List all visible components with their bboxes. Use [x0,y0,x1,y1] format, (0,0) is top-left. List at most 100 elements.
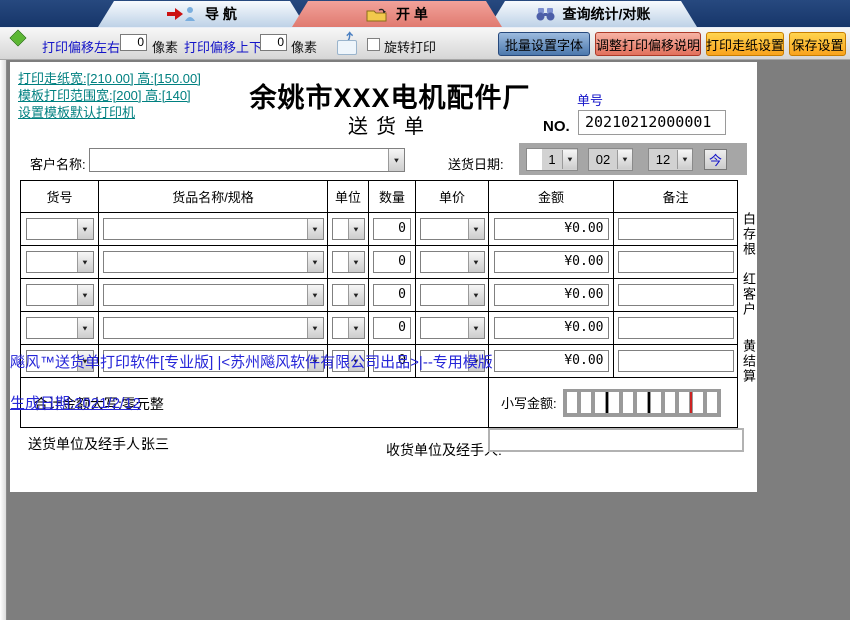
offset-lr-input[interactable]: 0 [120,34,147,51]
sender-label: 送货单位及经手人： [28,436,154,452]
item-code-select[interactable] [25,218,94,240]
chevron-down-icon[interactable] [306,318,323,338]
table-header-row: 货号 货品名称/规格 单位 数量 单价 金额 备注 [20,180,738,213]
grid-separator [605,392,608,413]
grid-separator [689,392,692,413]
table-row: 0 ¥0.00 [20,311,738,345]
chevron-down-icon[interactable] [76,252,93,272]
amount-digit-cell [664,392,675,413]
tab-query-statistics[interactable]: 查询统计/对账 [489,1,697,27]
quantity-input[interactable]: 0 [373,251,411,273]
chevron-down-icon[interactable] [347,252,364,272]
amount-input[interactable]: ¥0.00 [493,284,609,306]
col-header: 货品名称/规格 [98,180,328,213]
receiver-input[interactable] [488,428,744,452]
chevron-down-icon[interactable] [677,150,692,169]
col-header: 数量 [368,180,416,213]
items-table: 货号 货品名称/规格 单位 数量 单价 金额 备注 0 ¥0.00 [20,180,738,428]
today-button[interactable]: 今 [704,149,727,170]
document-title: 送货单 [348,116,432,138]
chevron-down-icon[interactable] [347,318,364,338]
chevron-down-icon[interactable] [617,150,632,169]
customer-select[interactable] [89,148,405,172]
remark-input[interactable] [617,218,734,240]
offset-tb-input[interactable]: 0 [260,34,287,51]
unit-price-select[interactable] [419,317,485,339]
no-label: NO. [543,118,570,135]
offset-tb-label: 打印偏移上下 [184,40,263,55]
amount-digit-cell [692,392,703,413]
tab-label: 开 单 [396,6,428,22]
amount-digit-cell [622,392,633,413]
chevron-down-icon[interactable] [347,219,364,239]
chevron-down-icon[interactable] [306,285,323,305]
chevron-down-icon[interactable] [306,219,323,239]
order-no-caption: 单号 [577,93,604,108]
watermark-generate-date: 生成日期:2021/2/12 [10,395,141,412]
batch-font-button[interactable]: 批量设置字体 [498,32,590,56]
item-code-select[interactable] [25,251,94,273]
chevron-down-icon[interactable] [467,252,484,272]
small-amount-cell: 小写金额: [488,377,738,428]
remark-input[interactable] [617,251,734,273]
chevron-down-icon[interactable] [76,285,93,305]
template-range-link[interactable]: 模板打印范围宽:[200] 高:[140] [18,87,201,104]
binoculars-icon [536,7,555,21]
chevron-down-icon[interactable] [467,285,484,305]
rotate-print-checkbox[interactable] [367,38,380,51]
item-code-select[interactable] [25,317,94,339]
adjust-offset-help-button[interactable]: 调整打印偏移说明 [595,32,701,56]
chevron-down-icon[interactable] [467,318,484,338]
date-day-select[interactable]: 12 [648,148,693,171]
open-folder-icon [366,7,388,22]
tab-navigation[interactable]: 导 航 [98,1,306,27]
table-row: 0 ¥0.00 [20,278,738,312]
item-name-select[interactable] [102,251,324,273]
chevron-down-icon[interactable] [76,318,93,338]
chevron-down-icon[interactable] [76,219,93,239]
paper-size-link[interactable]: 打印走纸宽:[210.00] 高:[150.00] [18,70,201,87]
amount-digit-cell [594,392,605,413]
item-code-select[interactable] [25,284,94,306]
date-day-value: 12 [655,152,671,167]
chevron-down-icon[interactable] [388,149,404,171]
default-printer-link[interactable]: 设置模板默认打印机 [18,104,201,121]
delivery-note-document: 打印走纸宽:[210.00] 高:[150.00] 模板打印范围宽:[200] … [10,62,757,492]
amount-input[interactable]: ¥0.00 [493,218,609,240]
unit-select[interactable] [331,284,365,306]
remark-input[interactable] [617,284,734,306]
delivery-date-label: 送货日期: [448,157,504,172]
save-settings-button[interactable]: 保存设置 [789,32,846,56]
date-month-select[interactable]: 02 [588,148,633,171]
quantity-input[interactable]: 0 [373,218,411,240]
chevron-down-icon[interactable] [306,252,323,272]
item-name-select[interactable] [102,317,324,339]
unit-price-select[interactable] [419,251,485,273]
chevron-down-icon[interactable] [467,219,484,239]
unit-price-select[interactable] [419,218,485,240]
toolbar: 打印偏移左右 0 像素 打印偏移上下 0 像素 ⤴ 旋转打印 批量设置字体 调整… [0,27,850,60]
amount-input[interactable]: ¥0.00 [493,350,609,372]
unit-select[interactable] [331,218,365,240]
quantity-input[interactable]: 0 [373,284,411,306]
quantity-input[interactable]: 0 [373,317,411,339]
item-name-select[interactable] [102,218,324,240]
item-name-select[interactable] [102,284,324,306]
tab-create-order[interactable]: 开 单 [292,1,502,27]
chevron-down-icon[interactable] [347,285,364,305]
unit-select[interactable] [331,317,365,339]
remark-input[interactable] [617,317,734,339]
red-arrow-person-icon [167,7,197,21]
amount-input[interactable]: ¥0.00 [493,317,609,339]
date-year-value: 1 [548,152,556,167]
date-year-select[interactable]: 1 [526,148,578,171]
paper-feed-settings-button[interactable]: 打印走纸设置 [706,32,784,56]
order-no-input[interactable]: 20210212000001 [578,110,726,135]
unit-select[interactable] [331,251,365,273]
amount-input[interactable]: ¥0.00 [493,251,609,273]
amount-digit-cell [608,392,619,413]
left-splitter[interactable] [0,60,7,620]
remark-input[interactable] [617,350,734,372]
unit-price-select[interactable] [419,284,485,306]
chevron-down-icon[interactable] [562,150,577,169]
